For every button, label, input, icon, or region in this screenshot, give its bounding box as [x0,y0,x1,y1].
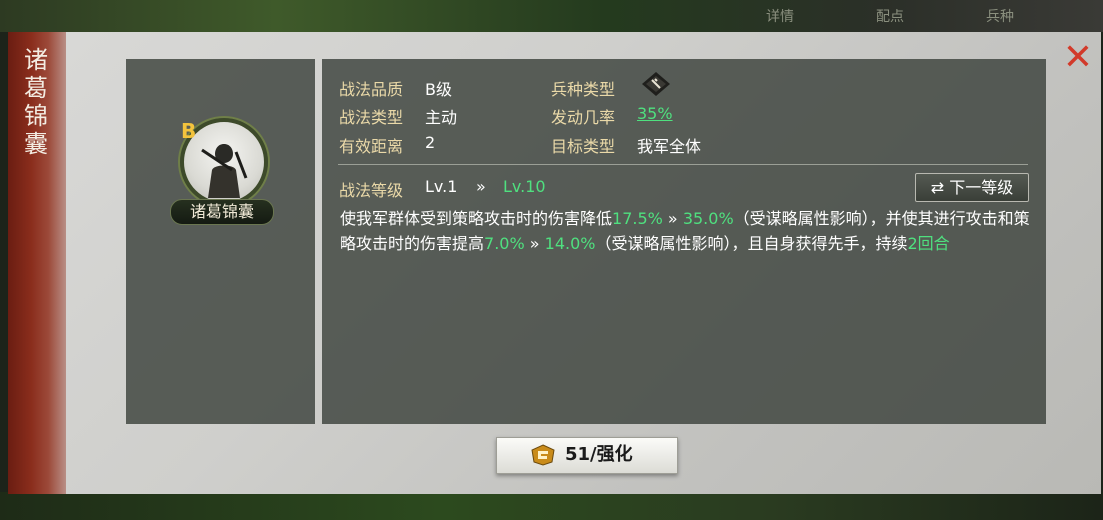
background-tab-points: 配点 [876,9,904,25]
side-title-banner: 诸 葛 锦 囊 [8,32,66,494]
level-arrow: » [476,177,486,196]
enhance-badge-icon [531,444,555,466]
level-max: Lv.10 [503,177,546,196]
background-top-bar: 详情 配点 兵种 [0,0,1103,32]
quality-label: 战法品质 [339,80,404,99]
quality-value: B级 [425,80,452,99]
level-label: 战法等级 [339,181,404,200]
side-title-char: 葛 [24,74,48,102]
troop-type-icon[interactable] [640,70,672,98]
chance-label: 发动几率 [551,108,616,127]
close-button[interactable]: ✕ [1060,40,1096,76]
desc-text-1: 使我军群体受到策略攻击时的伤害降低 [340,209,613,228]
background-tab-troops: 兵种 [986,9,1014,25]
close-icon: ✕ [1062,37,1094,78]
type-value: 主动 [425,108,458,127]
background-bottom-bar [0,492,1103,520]
desc-value-2: 35.0% [682,209,734,228]
desc-arrow-1: » [662,209,683,228]
side-title-char: 诸 [24,46,48,74]
target-label: 目标类型 [551,137,616,156]
target-value: 我军全体 [637,137,702,156]
next-level-button[interactable]: ⇄ 下一等级 [915,173,1029,202]
troop-type-label: 兵种类型 [551,80,616,99]
enhance-button[interactable]: 51/强化 [496,437,678,474]
desc-arrow-2: » [524,234,545,253]
swap-arrows-icon: ⇄ [930,178,945,197]
side-title-char: 锦 [24,102,48,130]
type-label: 战法类型 [339,108,404,127]
range-value: 2 [425,133,436,152]
desc-value-3: 7.0% [484,234,525,253]
skill-name-plate: 诸葛锦囊 [170,199,274,225]
side-title-text: 诸 葛 锦 囊 [20,46,52,158]
enhance-label: 51/强化 [565,444,633,465]
desc-value-4: 14.0% [544,234,596,253]
side-title-char: 囊 [24,130,48,158]
skill-description: 使我军群体受到策略攻击时的伤害降低17.5% » 35.0% （受谋略属性影响），… [340,206,1030,256]
next-level-label: 下一等级 [949,178,1014,197]
background-tab-details: 详情 [766,9,794,25]
desc-text-3: （受谋略属性影响），且自身获得先手，持续 [595,234,908,253]
skill-grade-badge: B [181,119,197,143]
desc-value-1: 17.5% [612,209,663,228]
range-label: 有效距离 [339,137,404,156]
desc-value-5: 2回合 [907,234,950,253]
chance-value-link[interactable]: 35% [637,104,673,123]
skill-portrait-box [126,59,315,424]
info-divider [338,164,1028,165]
level-current: Lv.1 [425,177,458,196]
